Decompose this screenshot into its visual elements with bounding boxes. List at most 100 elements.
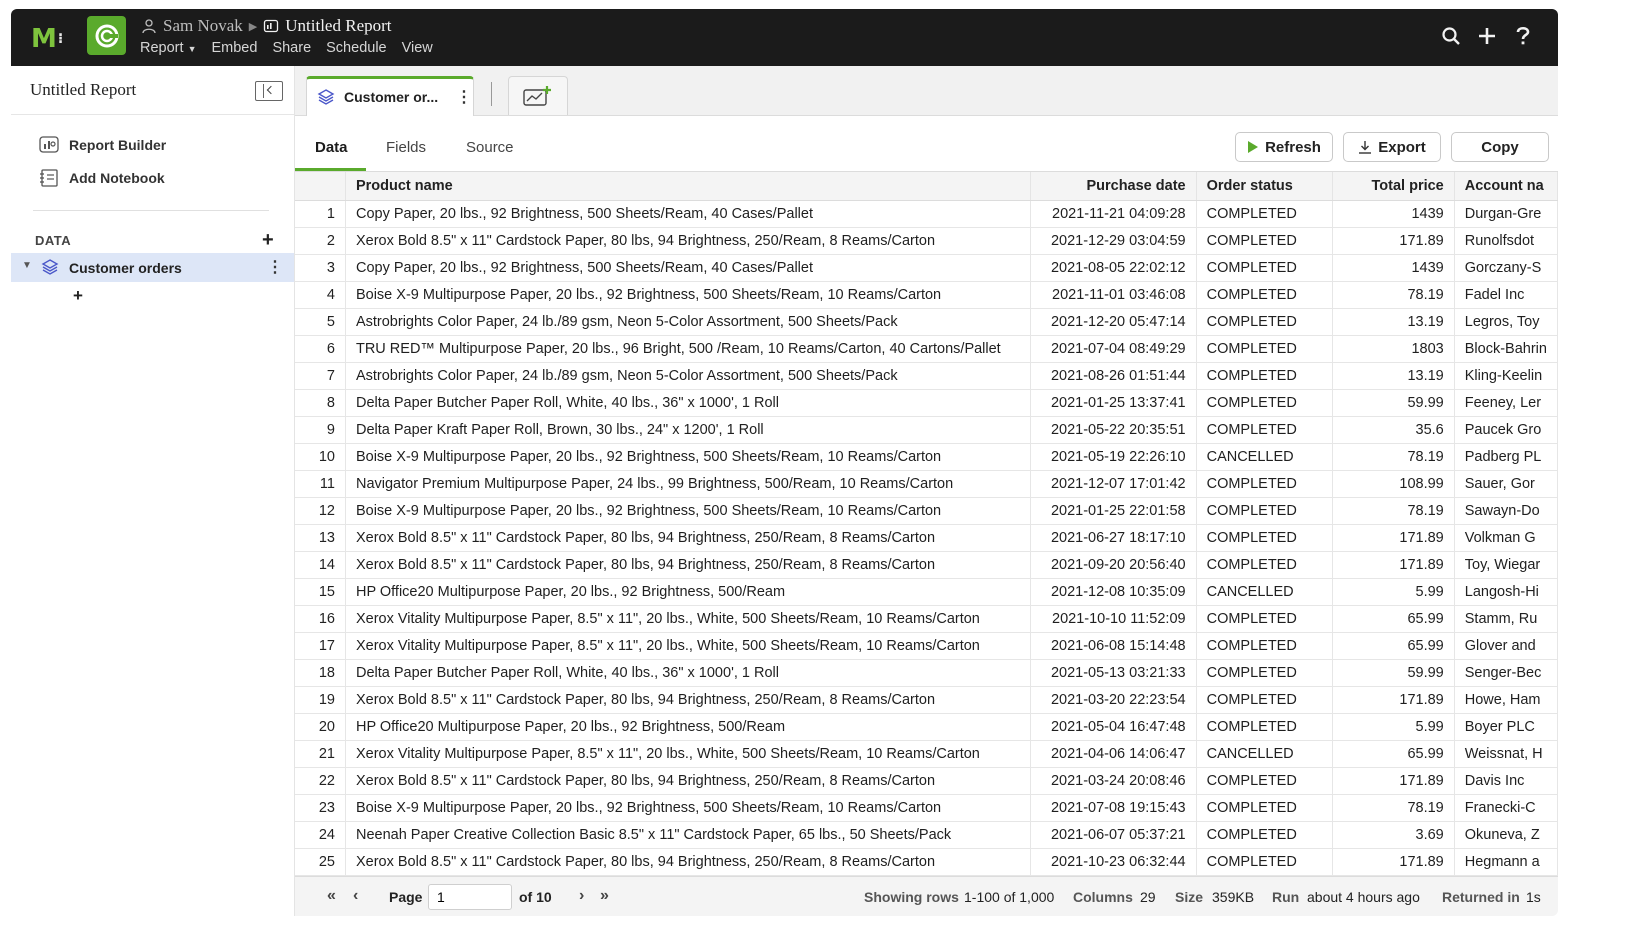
chevron-down-icon[interactable]: ▼ [22, 260, 32, 271]
create-button[interactable] [1474, 23, 1500, 49]
sidebar-item-customer-orders[interactable]: ▼ Customer orders ⋮ [11, 253, 294, 282]
table-row[interactable]: 4 Boise X-9 Multipurpose Paper, 20 lbs., … [295, 281, 1558, 309]
sidebar-item-report-builder[interactable]: Report Builder [39, 136, 166, 154]
table-row[interactable]: 24 Neenah Paper Creative Collection Basic… [295, 821, 1558, 849]
table-row[interactable]: 6 TRU RED™ Multipurpose Paper, 20 lbs., 9… [295, 335, 1558, 363]
column-header-order-status[interactable]: Order status [1196, 172, 1333, 201]
table-row[interactable]: 5 Astrobrights Color Paper, 24 lb./89 gsm… [295, 308, 1558, 336]
cell-purchase-date: 2021-12-29 03:04:59 [1030, 227, 1197, 255]
returned-value: 1s [1526, 889, 1541, 905]
cell-order-status: COMPLETED [1196, 416, 1333, 444]
logo-dots-icon: ⁝ [57, 31, 63, 47]
next-page-icon[interactable]: › [579, 887, 584, 905]
cell-order-status: COMPLETED [1196, 497, 1333, 525]
table-row[interactable]: 10 Boise X-9 Multipurpose Paper, 20 lbs.,… [295, 443, 1558, 471]
row-number: 8 [295, 389, 346, 417]
table-row[interactable]: 22 Xerox Bold 8.5" x 11" Cardstock Paper,… [295, 767, 1558, 795]
last-page-icon[interactable]: » [600, 887, 609, 905]
query-tab-strip: Customer or... ⋮ [295, 66, 1558, 116]
table-row[interactable]: 23 Boise X-9 Multipurpose Paper, 20 lbs.,… [295, 794, 1558, 822]
prev-page-icon[interactable]: ‹ [353, 887, 358, 905]
table-row[interactable]: 14 Xerox Bold 8.5" x 11" Cardstock Paper,… [295, 551, 1558, 579]
cell-account-name: Toy, Wiegar [1454, 551, 1558, 579]
table-row[interactable]: 12 Boise X-9 Multipurpose Paper, 20 lbs.,… [295, 497, 1558, 525]
columns-label: Columns [1073, 889, 1133, 905]
report-title[interactable]: Untitled Report [285, 16, 391, 36]
add-data-button[interactable]: + [262, 229, 274, 252]
table-row[interactable]: 3 Copy Paper, 20 lbs., 92 Brightness, 500… [295, 254, 1558, 282]
table-row[interactable]: 15 HP Office20 Multipurpose Paper, 20 lbs… [295, 578, 1558, 606]
cell-product-name: HP Office20 Multipurpose Paper, 20 lbs.,… [345, 713, 1032, 741]
collapse-sidebar-icon[interactable] [255, 81, 283, 101]
table-row[interactable]: 7 Astrobrights Color Paper, 24 lb./89 gsm… [295, 362, 1558, 390]
refresh-button[interactable]: Refresh [1235, 132, 1333, 162]
menu-embed[interactable]: Embed [211, 40, 257, 56]
menu-report-label: Report [140, 40, 184, 56]
top-bar: M ⁝ Sam Novak ▶ Untitled Report Report ▼ … [11, 9, 1558, 66]
column-header-account-name[interactable]: Account na [1454, 172, 1558, 201]
table-row[interactable]: 18 Delta Paper Butcher Paper Roll, White,… [295, 659, 1558, 687]
cell-purchase-date: 2021-06-07 05:37:21 [1030, 821, 1197, 849]
cell-total-price: 1803 [1332, 335, 1455, 363]
breadcrumb-user[interactable]: Sam Novak [163, 16, 243, 36]
workspace-icon[interactable] [87, 16, 126, 55]
export-button[interactable]: Export [1343, 132, 1441, 162]
run-label: Run [1272, 889, 1300, 905]
add-chart-button[interactable] [508, 76, 568, 115]
tab-customer-orders[interactable]: Customer or... ⋮ [306, 76, 474, 116]
main-panel: Customer or... ⋮ Data Fields Source Refr… [295, 66, 1558, 916]
table-row[interactable]: 2 Xerox Bold 8.5" x 11" Cardstock Paper, … [295, 227, 1558, 255]
row-number: 9 [295, 416, 346, 444]
table-row[interactable]: 20 HP Office20 Multipurpose Paper, 20 lbs… [295, 713, 1558, 741]
app-logo[interactable]: M ⁝ [31, 24, 63, 54]
table-row[interactable]: 13 Xerox Bold 8.5" x 11" Cardstock Paper,… [295, 524, 1558, 552]
table-row[interactable]: 9 Delta Paper Kraft Paper Roll, Brown, 30… [295, 416, 1558, 444]
cell-order-status: COMPLETED [1196, 848, 1333, 876]
cell-purchase-date: 2021-10-23 06:32:44 [1030, 848, 1197, 876]
cell-order-status: COMPLETED [1196, 794, 1333, 822]
sidebar-item-add-notebook[interactable]: Add Notebook [39, 169, 165, 187]
search-button[interactable] [1438, 23, 1464, 49]
table-row[interactable]: 8 Delta Paper Butcher Paper Roll, White, … [295, 389, 1558, 417]
cell-total-price: 65.99 [1332, 632, 1455, 660]
column-header-total-price[interactable]: Total price [1332, 172, 1455, 201]
table-row[interactable]: 11 Navigator Premium Multipurpose Paper, … [295, 470, 1558, 498]
table-row[interactable]: 19 Xerox Bold 8.5" x 11" Cardstock Paper,… [295, 686, 1558, 714]
menu-report[interactable]: Report ▼ [140, 40, 196, 56]
cell-account-name: Gorczany-S [1454, 254, 1558, 282]
more-options-icon[interactable]: ⋮ [267, 257, 283, 277]
copy-button[interactable]: Copy [1451, 132, 1549, 162]
row-number: 11 [295, 470, 346, 498]
menu-share[interactable]: Share [272, 40, 311, 56]
column-header-product-name[interactable]: Product name [345, 172, 1032, 201]
table-body: 1 Copy Paper, 20 lbs., 92 Brightness, 500… [295, 200, 1558, 876]
table-row[interactable]: 16 Xerox Vitality Multipurpose Paper, 8.5… [295, 605, 1558, 633]
table-row[interactable]: 17 Xerox Vitality Multipurpose Paper, 8.5… [295, 632, 1558, 660]
cell-total-price: 78.19 [1332, 497, 1455, 525]
page-number-input[interactable] [428, 884, 512, 910]
divider [11, 114, 294, 115]
menu-view[interactable]: View [402, 40, 433, 56]
menu-schedule[interactable]: Schedule [326, 40, 386, 56]
row-number-header [295, 172, 346, 201]
cell-product-name: Xerox Bold 8.5" x 11" Cardstock Paper, 8… [345, 551, 1032, 579]
table-row[interactable]: 21 Xerox Vitality Multipurpose Paper, 8.5… [295, 740, 1558, 768]
cell-total-price: 171.89 [1332, 686, 1455, 714]
more-options-icon[interactable]: ⋮ [456, 87, 472, 107]
first-page-icon[interactable]: « [327, 887, 336, 905]
tab-source[interactable]: Source [466, 139, 514, 156]
tab-data[interactable]: Data [315, 139, 348, 156]
cell-order-status: COMPLETED [1196, 470, 1333, 498]
cell-account-name: Franecki-C [1454, 794, 1558, 822]
help-button[interactable] [1510, 23, 1536, 49]
column-header-purchase-date[interactable]: Purchase date [1030, 172, 1197, 201]
cell-product-name: Xerox Bold 8.5" x 11" Cardstock Paper, 8… [345, 848, 1032, 876]
add-query-button[interactable]: + [73, 286, 83, 306]
table-row[interactable]: 25 Xerox Bold 8.5" x 11" Cardstock Paper,… [295, 848, 1558, 876]
cell-purchase-date: 2021-05-04 16:47:48 [1030, 713, 1197, 741]
tab-fields[interactable]: Fields [386, 139, 426, 156]
cell-total-price: 78.19 [1332, 443, 1455, 471]
cell-product-name: Delta Paper Butcher Paper Roll, White, 4… [345, 389, 1032, 417]
table-row[interactable]: 1 Copy Paper, 20 lbs., 92 Brightness, 500… [295, 200, 1558, 228]
cell-order-status: CANCELLED [1196, 740, 1333, 768]
